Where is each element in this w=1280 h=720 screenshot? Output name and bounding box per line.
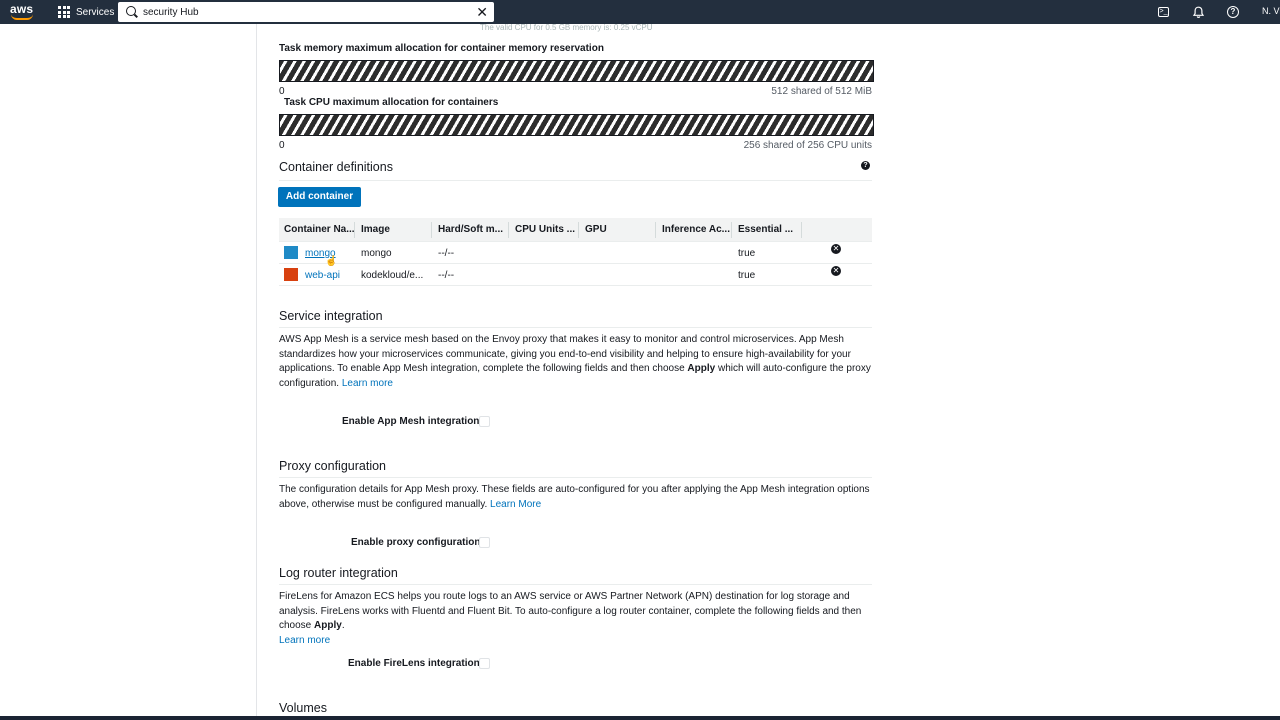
help-icon[interactable]: ? — [1225, 4, 1241, 20]
section-divider — [279, 584, 872, 585]
description-bold: Apply — [687, 363, 716, 375]
column-header-memory[interactable]: Hard/Soft m... — [438, 224, 503, 235]
bell-icon[interactable] — [1190, 4, 1206, 20]
container-name-link[interactable]: web-api — [305, 270, 340, 281]
description-text: The configuration details for App Mesh p… — [279, 484, 870, 510]
search-box[interactable]: ✕ — [118, 2, 494, 22]
top-navigation-bar: aws Services ✕ >_ ? N. Vi — [0, 0, 1280, 24]
log-router-integration-title: Log router integration — [279, 566, 398, 580]
memory-allocation-min: 0 — [279, 86, 285, 97]
column-header-container-name[interactable]: Container Na... — [284, 224, 355, 235]
learn-more-link[interactable]: Learn More — [490, 499, 541, 510]
hand-cursor-icon: ☝ — [325, 256, 338, 267]
close-icon[interactable]: ✕ — [476, 4, 488, 20]
cpu-allocation-bar — [279, 114, 874, 136]
section-divider — [279, 477, 872, 478]
container-definitions-title: Container definitions — [279, 160, 393, 174]
table-header: Container Na... Image Hard/Soft m... CPU… — [279, 218, 872, 242]
memory-allocation-summary: 512 shared of 512 MiB — [771, 86, 872, 97]
services-label: Services — [76, 6, 115, 18]
column-header-gpu[interactable]: GPU — [585, 224, 607, 235]
services-menu-button[interactable]: Services — [58, 3, 114, 21]
info-icon[interactable]: ? — [861, 161, 870, 170]
column-header-cpu-units[interactable]: CPU Units ... — [515, 224, 575, 235]
container-memory: --/-- — [438, 248, 455, 259]
learn-more-link[interactable]: Learn more — [342, 378, 393, 389]
description-text: . — [341, 620, 345, 632]
container-essential: true — [738, 248, 756, 259]
memory-allocation-label: Task memory maximum allocation for conta… — [279, 43, 604, 54]
service-integration-description: AWS App Mesh is a service mesh based on … — [279, 333, 873, 391]
cpu-allocation-label: Task CPU maximum allocation for containe… — [284, 97, 499, 108]
column-header-image[interactable]: Image — [361, 224, 390, 235]
column-header-essential[interactable]: Essential ... — [738, 224, 793, 235]
table-row: web-api kodekloud/e... --/-- true ✕ — [279, 264, 872, 286]
section-divider — [279, 327, 872, 328]
remove-container-icon[interactable]: ✕ — [831, 244, 841, 254]
enable-proxy-configuration-label: Enable proxy configuration — [351, 537, 481, 548]
description-bold: Apply — [314, 620, 342, 632]
container-image: mongo — [361, 248, 392, 259]
enable-app-mesh-label: Enable App Mesh integration — [342, 416, 480, 427]
log-router-description: FireLens for Amazon ECS helps you route … — [279, 590, 873, 648]
container-color-swatch — [284, 246, 298, 259]
cpu-allocation-min: 0 — [279, 140, 285, 151]
enable-app-mesh-checkbox[interactable] — [479, 416, 490, 427]
enable-proxy-configuration-checkbox[interactable] — [479, 537, 490, 548]
sidebar-divider — [256, 24, 257, 720]
container-color-swatch — [284, 268, 298, 281]
container-memory: --/-- — [438, 270, 455, 281]
cpu-hint-text: The valid CPU for 0.5 GB memory is: 0.25… — [480, 23, 653, 32]
proxy-configuration-description: The configuration details for App Mesh p… — [279, 483, 873, 512]
service-integration-title: Service integration — [279, 309, 383, 323]
enable-firelens-label: Enable FireLens integration — [348, 658, 480, 669]
learn-more-link[interactable]: Learn more — [279, 635, 330, 646]
account-menu[interactable]: N. Vi — [1262, 6, 1280, 16]
column-header-inference-accelerator[interactable]: Inference Ac... — [662, 224, 730, 235]
section-divider — [279, 180, 872, 181]
container-image: kodekloud/e... — [361, 270, 424, 281]
description-text: FireLens for Amazon ECS helps you route … — [279, 591, 862, 632]
search-input[interactable] — [143, 5, 463, 19]
cpu-allocation-summary: 256 shared of 256 CPU units — [743, 140, 872, 151]
bottom-edge-bar — [0, 716, 1280, 720]
add-container-button[interactable]: Add container — [278, 187, 361, 207]
container-definitions-table: Container Na... Image Hard/Soft m... CPU… — [279, 218, 872, 286]
remove-container-icon[interactable]: ✕ — [831, 266, 841, 276]
grid-icon — [58, 6, 70, 18]
container-essential: true — [738, 270, 756, 281]
cloudshell-icon[interactable]: >_ — [1155, 4, 1171, 20]
search-icon — [126, 6, 136, 16]
proxy-configuration-title: Proxy configuration — [279, 459, 387, 473]
enable-firelens-checkbox[interactable] — [479, 658, 490, 669]
table-row: mongo mongo --/-- true ✕ — [279, 242, 872, 264]
memory-allocation-bar — [279, 60, 874, 82]
volumes-title: Volumes — [279, 701, 327, 715]
aws-logo[interactable]: aws — [10, 2, 36, 22]
